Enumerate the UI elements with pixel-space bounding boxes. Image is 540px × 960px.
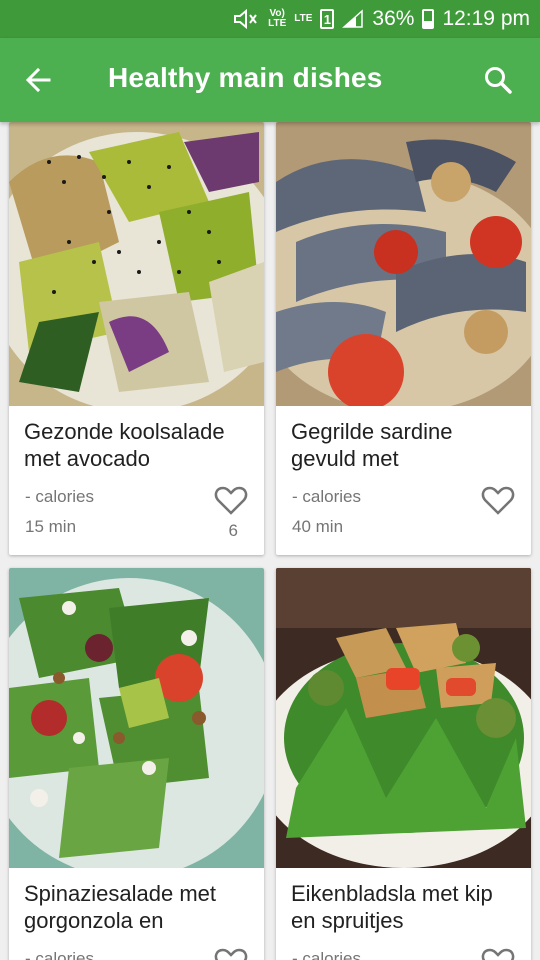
clock: 12:19 pm	[442, 7, 530, 30]
recipe-image	[276, 122, 531, 406]
volte-indicator: Vo) LTE	[268, 8, 287, 29]
search-icon	[485, 67, 512, 94]
recipe-title: Eikenbladsla met kip en spruitjes	[291, 881, 493, 933]
recipe-time: 15 min	[25, 517, 77, 536]
arrow-back-icon	[25, 67, 51, 93]
recipe-card[interactable]: Gegrilde sardine gevuld met - calories 4…	[276, 122, 531, 555]
recipe-time: 40 min	[292, 517, 344, 536]
recipe-image	[9, 122, 264, 406]
heart-outline-icon	[214, 486, 248, 515]
recipe-image	[9, 568, 264, 868]
mute-icon	[232, 9, 260, 29]
search-button[interactable]	[478, 60, 518, 100]
recipe-calories: - calories	[292, 949, 361, 960]
like-count: 6	[228, 521, 238, 540]
recipe-calories: - calories	[25, 487, 94, 506]
sim-icon: 1	[320, 9, 335, 29]
heart-outline-icon	[481, 948, 515, 960]
favorite-button[interactable]	[481, 484, 515, 516]
battery-icon	[422, 9, 435, 29]
recipe-calories: - calories	[292, 487, 361, 506]
favorite-button[interactable]	[214, 484, 248, 516]
recipe-image	[276, 568, 531, 868]
recipe-card[interactable]: Spinaziesalade met gorgonzola en - calor…	[9, 568, 264, 960]
recipe-card[interactable]: Eikenbladsla met kip en spruitjes - calo…	[276, 568, 531, 960]
heart-outline-icon	[214, 948, 248, 960]
recipe-grid: Gezonde koolsalade met avocado - calorie…	[0, 122, 540, 960]
heart-outline-icon	[481, 486, 515, 515]
recipe-title: Gegrilde sardine gevuld met	[291, 419, 453, 471]
battery-percent: 36%	[372, 7, 415, 30]
lte-indicator: LTE	[294, 13, 313, 24]
recipe-calories: - calories	[25, 949, 94, 960]
back-button[interactable]	[18, 60, 58, 100]
recipe-title: Spinaziesalade met gorgonzola en	[24, 881, 217, 933]
status-bar: Vo) LTE LTE 1 36% 12:19 pm	[0, 0, 540, 38]
app-bar: Healthy main dishes	[0, 38, 540, 122]
signal-icon	[342, 9, 364, 29]
favorite-button[interactable]	[481, 946, 515, 960]
recipe-card[interactable]: Gezonde koolsalade met avocado - calorie…	[9, 122, 264, 555]
page-title: Healthy main dishes	[108, 62, 383, 93]
favorite-button[interactable]	[214, 946, 248, 960]
recipe-title: Gezonde koolsalade met avocado	[24, 419, 225, 471]
